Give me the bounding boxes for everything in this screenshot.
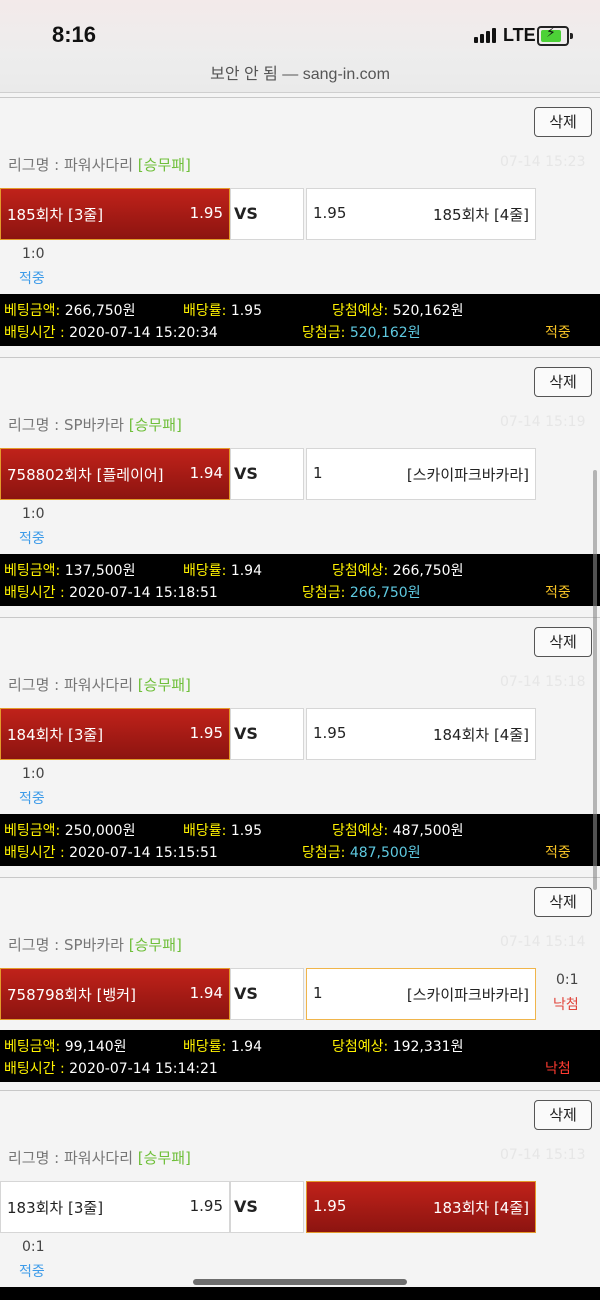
result-badge: 적중	[19, 531, 45, 547]
clock: 8:16	[52, 22, 97, 47]
result-badge: 적중	[19, 791, 45, 807]
league-name: 리그명 : 파워사다리 [승무패]	[8, 1149, 191, 1167]
bet-timestamp: 07-14 15:13	[500, 1147, 586, 1163]
home-pick[interactable]: 184회차 [3줄] 1.95	[0, 708, 230, 760]
vs-label: VS	[230, 188, 304, 240]
vs-label: VS	[230, 708, 304, 760]
bet-info-bar: 베팅금액: 266,750원 배당률: 1.95 당첨예상: 520,162원 …	[0, 294, 600, 346]
score: 1:0	[22, 246, 45, 262]
away-pick[interactable]: 1.95 183회차 [4줄]	[306, 1181, 536, 1233]
bet-timestamp: 07-14 15:23	[500, 154, 586, 170]
delete-button[interactable]: 삭제	[534, 1100, 592, 1130]
home-indicator[interactable]	[193, 1279, 407, 1285]
bet-info-bar: 베팅금액: 250,000원 배당률: 1.95 당첨예상: 487,500원 …	[0, 814, 600, 866]
network-label: LTE	[503, 25, 536, 45]
delete-button[interactable]: 삭제	[534, 367, 592, 397]
status-label: 낙첨	[545, 1061, 571, 1077]
away-pick[interactable]: 1 [스카이파크바카라]	[306, 448, 536, 500]
bet-timestamp: 07-14 15:14	[500, 934, 586, 950]
home-pick[interactable]: 758802회차 [플레이어] 1.94	[0, 448, 230, 500]
bet-row: 183회차 [3줄] 1.95 VS 1.95 183회차 [4줄]	[0, 1181, 600, 1233]
bet-row: 758798회차 [뱅커] 1.94 VS 1 [스카이파크바카라]	[0, 968, 600, 1020]
bet-info-bar	[0, 1287, 600, 1300]
league-name: 리그명 : SP바카라 [승무패]	[8, 416, 182, 434]
score: 1:0	[22, 766, 45, 782]
vs-label: VS	[230, 968, 304, 1020]
bet-info-bar: 베팅금액: 137,500원 배당률: 1.94 당첨예상: 266,750원 …	[0, 554, 600, 606]
away-pick[interactable]: 1.95 185회차 [4줄]	[306, 188, 536, 240]
bet-row: 184회차 [3줄] 1.95 VS 1.95 184회차 [4줄]	[0, 708, 600, 760]
score: 0:1	[556, 972, 579, 988]
bet-row: 758802회차 [플레이어] 1.94 VS 1 [스카이파크바카라]	[0, 448, 600, 500]
delete-button[interactable]: 삭제	[534, 107, 592, 137]
bet-info-bar: 베팅금액: 99,140원 배당률: 1.94 당첨예상: 192,331원 배…	[0, 1030, 600, 1082]
league-name: 리그명 : 파워사다리 [승무패]	[8, 156, 191, 174]
bet-timestamp: 07-14 15:18	[500, 674, 586, 690]
home-pick[interactable]: 185회차 [3줄] 1.95	[0, 188, 230, 240]
bet-card: 삭제 리그명 : 파워사다리 [승무패] 07-14 15:23 185회차 […	[0, 97, 600, 358]
delete-button[interactable]: 삭제	[534, 627, 592, 657]
away-pick[interactable]: 1 [스카이파크바카라]	[306, 968, 536, 1020]
away-pick[interactable]: 1.95 184회차 [4줄]	[306, 708, 536, 760]
result-badge: 적중	[19, 1264, 45, 1280]
result-badge: 적중	[19, 271, 45, 287]
league-name: 리그명 : SP바카라 [승무패]	[8, 936, 182, 954]
battery-icon: ⚡	[537, 25, 573, 46]
home-pick[interactable]: 758798회차 [뱅커] 1.94	[0, 968, 230, 1020]
vs-label: VS	[230, 1181, 304, 1233]
status-label: 적중	[545, 325, 571, 341]
bet-row: 185회차 [3줄] 1.95 VS 1.95 185회차 [4줄]	[0, 188, 600, 240]
scrollbar[interactable]	[593, 470, 597, 890]
signal-icon	[474, 28, 496, 43]
url-bar[interactable]: 보안 안 됨 — sang-in.com	[0, 60, 600, 84]
league-name: 리그명 : 파워사다리 [승무패]	[8, 676, 191, 694]
result-badge: 낙첨	[553, 997, 579, 1013]
status-label: 적중	[545, 585, 571, 601]
delete-button[interactable]: 삭제	[534, 887, 592, 917]
bet-card: 삭제 리그명 : 파워사다리 [승무패] 07-14 15:18 184회차 […	[0, 617, 600, 878]
bet-card: 삭제 리그명 : SP바카라 [승무패] 07-14 15:19 758802회…	[0, 357, 600, 618]
vs-label: VS	[230, 448, 304, 500]
status-label: 적중	[545, 845, 571, 861]
score: 1:0	[22, 506, 45, 522]
home-pick[interactable]: 183회차 [3줄] 1.95	[0, 1181, 230, 1233]
bet-card: 삭제 리그명 : 파워사다리 [승무패] 07-14 15:13 183회차 […	[0, 1090, 600, 1300]
browser-status-bar: 8:16 LTE ⚡ 보안 안 됨 — sang-in.com	[0, 0, 600, 93]
bet-timestamp: 07-14 15:19	[500, 414, 586, 430]
score: 0:1	[22, 1239, 45, 1255]
